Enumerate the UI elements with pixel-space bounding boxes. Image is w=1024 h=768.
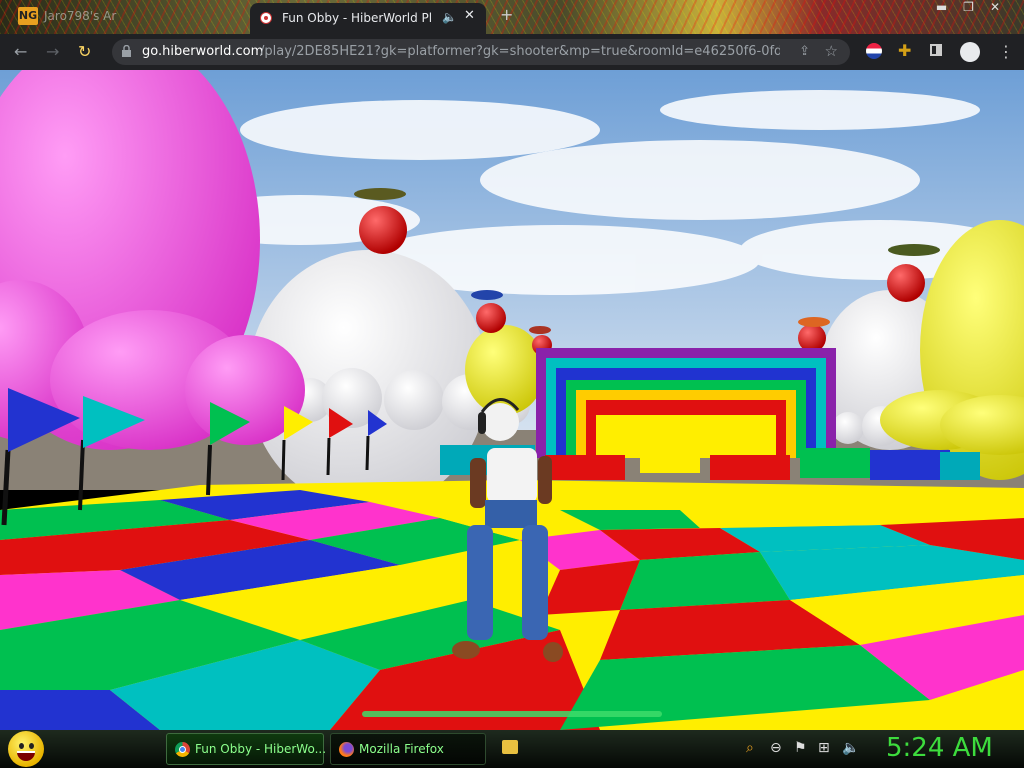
side-panel-icon[interactable] xyxy=(930,44,942,56)
app-logo-icon: NG xyxy=(18,7,38,25)
smiley-mouth-icon xyxy=(17,751,35,761)
browser-menu-icon[interactable]: ⋮ xyxy=(998,42,1014,61)
forward-button[interactable]: → xyxy=(46,42,59,61)
taskbar: Fun Obby - HiberWo... Mozilla Firefox ⌕ … xyxy=(0,730,1024,768)
taskbar-item-firefox[interactable]: Mozilla Firefox xyxy=(330,733,486,765)
start-button[interactable] xyxy=(8,731,44,767)
window-controls[interactable]: ▬❐✕ xyxy=(936,0,1016,14)
progress-bar xyxy=(362,711,662,717)
taskbar-item-chrome[interactable]: Fun Obby - HiberWo... xyxy=(166,733,327,765)
chrome-icon xyxy=(175,742,190,757)
share-icon[interactable]: ⇪ xyxy=(799,44,810,59)
url-host: go.hiberworld.com xyxy=(142,44,264,59)
url-path: /play/2DE85HE21?gk=platformer?gk=shooter… xyxy=(260,44,780,59)
clock[interactable]: 5:24 AM xyxy=(886,733,993,763)
back-button[interactable]: ← xyxy=(14,42,27,61)
window-title: Jaro798's Ar xyxy=(44,9,117,23)
smiley-eye-icon xyxy=(19,743,24,749)
rainbow-gate xyxy=(536,348,836,458)
smiley-eye-icon xyxy=(29,743,34,749)
game-scene xyxy=(0,70,1024,730)
lock-icon xyxy=(122,45,131,57)
minus-circle-icon[interactable]: ⊖ xyxy=(770,740,782,756)
new-tab-button[interactable]: + xyxy=(500,5,513,24)
taskbar-item-label: Mozilla Firefox xyxy=(359,742,444,756)
reload-button[interactable]: ↻ xyxy=(78,42,91,61)
network-icon[interactable]: ⊞ xyxy=(818,740,830,756)
close-icon[interactable]: ✕ xyxy=(464,8,475,23)
flag-icon[interactable]: ⚑ xyxy=(794,740,807,756)
game-viewport[interactable] xyxy=(0,70,1024,730)
search-icon[interactable]: ⌕ xyxy=(746,740,754,756)
speaker-icon[interactable]: 🔈 xyxy=(442,10,457,24)
address-bar[interactable]: go.hiberworld.com /play/2DE85HE21?gk=pla… xyxy=(112,39,850,65)
tab-title: Fun Obby - HiberWorld Play xyxy=(282,11,432,25)
extensions-puzzle-icon[interactable]: ✚ xyxy=(898,41,911,60)
folder-icon[interactable] xyxy=(502,740,518,754)
taskbar-item-label: Fun Obby - HiberWo... xyxy=(195,742,327,756)
title-bar: NG Jaro798's Ar Fun Obby - HiberWorld Pl… xyxy=(0,0,1024,34)
profile-avatar-icon[interactable] xyxy=(960,42,980,62)
hiberworld-favicon-icon xyxy=(260,12,272,24)
firefox-icon xyxy=(339,742,354,757)
volume-icon[interactable]: 🔈 xyxy=(842,740,859,756)
extension-flag-icon[interactable] xyxy=(866,43,882,59)
bookmark-star-icon[interactable]: ☆ xyxy=(825,42,838,60)
browser-tab[interactable]: Fun Obby - HiberWorld Play 🔈 ✕ xyxy=(250,3,486,34)
